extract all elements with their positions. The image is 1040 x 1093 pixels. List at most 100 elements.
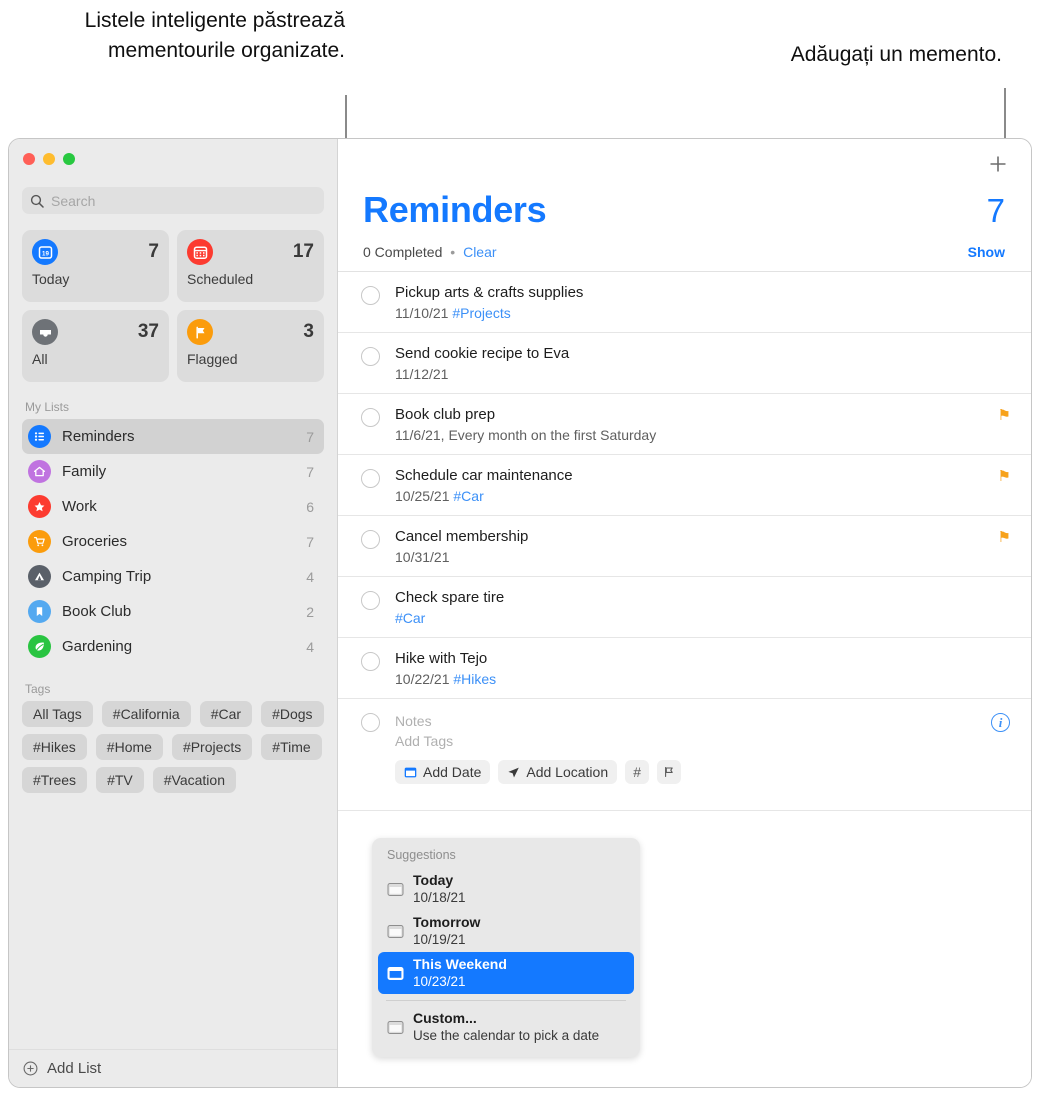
sidebar-item-camping-trip[interactable]: Camping Trip 4 <box>22 559 324 594</box>
sidebar-item-count: 7 <box>306 428 314 445</box>
reminder-title: Book club prep <box>395 406 496 423</box>
separator-dot: • <box>450 244 456 260</box>
suggestion-today[interactable]: Today 10/18/21 <box>378 868 634 910</box>
table-row[interactable]: Cancel membership 10/31/21 ⚑ <box>338 516 1031 577</box>
reminder-title: Pickup arts & crafts supplies <box>395 284 584 301</box>
tag-hikes[interactable]: #Hikes <box>22 734 87 760</box>
table-row[interactable]: Pickup arts & crafts supplies 11/10/21 #… <box>338 272 1031 333</box>
add-list-button[interactable]: Add List <box>9 1049 337 1087</box>
popup-divider <box>386 1000 626 1001</box>
search-placeholder: Search <box>51 192 96 209</box>
table-row[interactable]: Hike with Tejo 10/22/21 #Hikes <box>338 638 1031 699</box>
sidebar-item-count: 7 <box>306 463 314 480</box>
smart-list-all[interactable]: 37 All <box>22 310 169 382</box>
complete-checkbox[interactable] <box>361 713 380 732</box>
sidebar-item-reminders[interactable]: Reminders 7 <box>22 419 324 454</box>
page-title: Reminders <box>363 189 547 230</box>
plus-icon <box>990 156 1006 172</box>
tag-projects[interactable]: #Projects <box>171 734 253 760</box>
table-row[interactable]: Schedule car maintenance 10/25/21 #Car ⚑ <box>338 455 1031 516</box>
notes-input[interactable]: Notes <box>395 711 1011 731</box>
suggestion-custom[interactable]: Custom... Use the calendar to pick a dat… <box>378 1006 634 1048</box>
sidebar-item-book-club[interactable]: Book Club 2 <box>22 594 324 629</box>
suggestion-date: 10/19/21 <box>413 932 466 947</box>
add-reminder-button[interactable] <box>985 151 1011 177</box>
complete-checkbox[interactable] <box>361 408 380 427</box>
tag-time[interactable]: #Time <box>261 734 322 760</box>
info-button[interactable]: i <box>991 713 1010 732</box>
sidebar-item-groceries[interactable]: Groceries 7 <box>22 524 324 559</box>
tag-dogs[interactable]: #Dogs <box>261 701 324 727</box>
callout-add-reminder: Adăugați un memento. <box>790 43 1002 66</box>
close-button[interactable] <box>23 153 35 165</box>
complete-checkbox[interactable] <box>361 469 380 488</box>
minimize-button[interactable] <box>43 153 55 165</box>
house-icon <box>28 460 51 483</box>
add-date-button[interactable]: Add Date <box>395 760 491 784</box>
clear-button[interactable]: Clear <box>463 244 496 260</box>
sidebar-item-work[interactable]: Work 6 <box>22 489 324 524</box>
sidebar-item-label: Reminders <box>62 428 135 445</box>
sidebar-item-label: Family <box>62 463 107 480</box>
smart-list-today[interactable]: 19 7 Today <box>22 230 169 302</box>
table-row[interactable]: Check spare tire #Car <box>338 577 1031 638</box>
reminder-date: 10/31/21 <box>395 549 450 565</box>
reminder-tag[interactable]: #Car <box>395 610 425 626</box>
suggestion-label: This Weekend <box>413 956 507 972</box>
add-location-button[interactable]: Add Location <box>498 760 618 784</box>
tag-california[interactable]: #California <box>101 701 191 727</box>
reminder-tag[interactable]: #Hikes <box>453 671 496 687</box>
tag-tv[interactable]: #TV <box>96 767 144 793</box>
tag-all-tags[interactable]: All Tags <box>22 701 93 727</box>
suggestions-header: Suggestions <box>387 848 456 862</box>
sidebar-item-gardening[interactable]: Gardening 4 <box>22 629 324 664</box>
reminder-title: Send cookie recipe to Eva <box>395 345 570 362</box>
add-tag-button[interactable]: # <box>625 760 650 784</box>
smart-list-count: 17 <box>292 241 314 262</box>
complete-checkbox[interactable] <box>361 286 380 305</box>
complete-checkbox[interactable] <box>361 347 380 366</box>
table-row[interactable]: Book club prep 11/6/21, Every month on t… <box>338 394 1031 455</box>
complete-checkbox[interactable] <box>361 530 380 549</box>
sidebar-item-family[interactable]: Family 7 <box>22 454 324 489</box>
location-arrow-icon <box>508 767 520 777</box>
smart-list-label: Flagged <box>187 351 238 367</box>
reminder-title: Schedule car maintenance <box>395 467 573 484</box>
table-row[interactable]: Send cookie recipe to Eva 11/12/21 <box>338 333 1031 394</box>
reminder-tag[interactable]: #Car <box>453 488 483 504</box>
smart-list-count: 7 <box>148 241 159 262</box>
plus-circle-icon <box>23 1061 38 1076</box>
add-tags-input[interactable]: Add Tags <box>395 731 1011 751</box>
sidebar: Search 19 7 Today 17 Scheduled 37 All 3 … <box>9 139 338 1087</box>
smart-list-label: Today <box>32 271 70 287</box>
reminders-list: Pickup arts & crafts supplies 11/10/21 #… <box>338 271 1031 811</box>
calendar-icon <box>387 966 404 980</box>
tag-trees[interactable]: #Trees <box>22 767 88 793</box>
tag-car[interactable]: #Car <box>199 701 253 727</box>
flag-outline-icon <box>665 766 673 778</box>
new-reminder-editor[interactable]: Notes Add Tags Add Date Add Location # i <box>338 699 1031 811</box>
complete-checkbox[interactable] <box>361 591 380 610</box>
sidebar-item-label: Book Club <box>62 603 132 620</box>
tag-home[interactable]: #Home <box>95 734 163 760</box>
sidebar-item-label: Work <box>62 498 97 515</box>
calendar-icon <box>387 924 404 938</box>
date-suggestions-popup: Suggestions Today 10/18/21 Tomorrow 10/1… <box>372 838 640 1057</box>
my-lists-header: My Lists <box>25 400 70 414</box>
smart-list-flagged[interactable]: 3 Flagged <box>177 310 324 382</box>
calendar-icon <box>387 1020 404 1034</box>
complete-checkbox[interactable] <box>361 652 380 671</box>
reminder-date: 10/22/21 <box>395 671 450 687</box>
smart-list-scheduled[interactable]: 17 Scheduled <box>177 230 324 302</box>
search-input[interactable]: Search <box>22 187 324 214</box>
cart-icon <box>28 530 51 553</box>
show-button[interactable]: Show <box>968 244 1005 260</box>
tag-vacation[interactable]: #Vacation <box>152 767 236 793</box>
flag-indicator-icon: ⚑ <box>997 468 1011 485</box>
tent-icon <box>28 565 51 588</box>
suggestion-tomorrow[interactable]: Tomorrow 10/19/21 <box>378 910 634 952</box>
reminder-tag[interactable]: #Projects <box>452 305 510 321</box>
flag-toggle-button[interactable] <box>657 760 682 784</box>
maximize-button[interactable] <box>63 153 75 165</box>
suggestion-this-weekend[interactable]: This Weekend 10/23/21 <box>378 952 634 994</box>
